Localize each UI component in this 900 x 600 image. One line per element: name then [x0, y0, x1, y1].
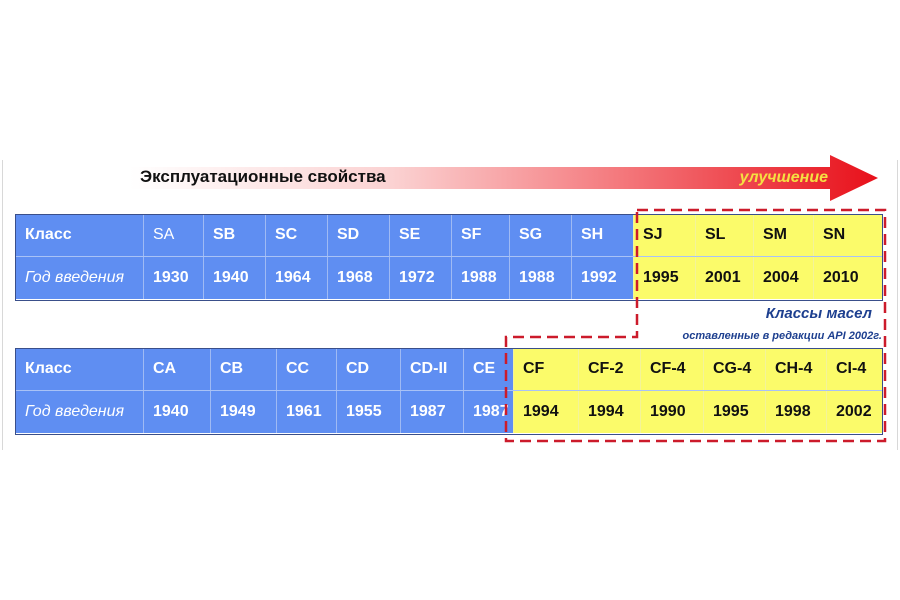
current-year-cell: 1990	[640, 390, 704, 433]
class-cell: SA	[143, 214, 204, 257]
row-label-year: Год введения	[15, 390, 144, 433]
class-cell: SD	[327, 214, 390, 257]
class-row: Класс SA SB SC SD SE SF SG SH SJ SL SM S…	[15, 214, 882, 257]
gasoline-classes-table: Класс SA SB SC SD SE SF SG SH SJ SL SM S…	[15, 214, 882, 299]
performance-arrow: Эксплуатационные свойства улучшение	[130, 155, 880, 201]
current-class-cell: CF-2	[578, 348, 641, 391]
current-class-cell: SL	[695, 214, 754, 257]
year-cell: 1964	[265, 256, 328, 299]
current-year-cell: 1994	[578, 390, 641, 433]
year-cell: 1988	[451, 256, 510, 299]
year-cell: 1968	[327, 256, 390, 299]
year-cell: 1961	[276, 390, 337, 433]
class-cell: SH	[571, 214, 634, 257]
current-year-cell: 2004	[753, 256, 814, 299]
class-cell: CD-II	[400, 348, 464, 391]
class-cell: CB	[210, 348, 277, 391]
year-row: Год введения 1940 1949 1961 1955 1987 19…	[15, 390, 882, 433]
current-year-cell: 1995	[703, 390, 766, 433]
class-cell: CE	[463, 348, 514, 391]
class-cell: SB	[203, 214, 266, 257]
current-class-cell: CF	[513, 348, 579, 391]
row-label-class: Класс	[15, 214, 144, 257]
current-year-cell: 2002	[826, 390, 882, 433]
year-cell: 1930	[143, 256, 204, 299]
class-cell: SG	[509, 214, 572, 257]
year-cell: 1992	[571, 256, 634, 299]
current-class-cell: CH-4	[765, 348, 827, 391]
current-class-cell: CF-4	[640, 348, 704, 391]
year-row: Год введения 1930 1940 1964 1968 1972 19…	[15, 256, 882, 299]
class-cell: CD	[336, 348, 401, 391]
current-year-cell: 1995	[633, 256, 696, 299]
class-cell: SE	[389, 214, 452, 257]
current-class-cell: CG-4	[703, 348, 766, 391]
current-class-cell: SM	[753, 214, 814, 257]
arrow-label: Эксплуатационные свойства	[140, 167, 386, 186]
note-title: Классы масел	[765, 305, 872, 322]
current-class-cell: CI-4	[826, 348, 882, 391]
year-cell: 1987	[400, 390, 464, 433]
current-year-cell: 2010	[813, 256, 882, 299]
diesel-classes-table: Класс CA CB CC CD CD-II CE CF CF-2 CF-4 …	[15, 348, 882, 433]
current-year-cell: 1998	[765, 390, 827, 433]
class-row: Класс CA CB CC CD CD-II CE CF CF-2 CF-4 …	[15, 348, 882, 391]
row-label-year: Год введения	[15, 256, 144, 299]
year-cell: 1972	[389, 256, 452, 299]
class-cell: CC	[276, 348, 337, 391]
current-class-cell: SJ	[633, 214, 696, 257]
note-subtitle: оставленные в редакции API 2002г.	[682, 330, 882, 342]
class-cell: SC	[265, 214, 328, 257]
year-cell: 1949	[210, 390, 277, 433]
current-class-cell: SN	[813, 214, 882, 257]
year-cell: 1955	[336, 390, 401, 433]
improvement-label: улучшение	[739, 169, 828, 186]
class-cell: CA	[143, 348, 211, 391]
year-cell: 1988	[509, 256, 572, 299]
current-year-cell: 1994	[513, 390, 579, 433]
year-cell: 1940	[203, 256, 266, 299]
current-year-cell: 2001	[695, 256, 754, 299]
class-cell: SF	[451, 214, 510, 257]
year-cell: 1940	[143, 390, 211, 433]
year-cell: 1987	[463, 390, 514, 433]
row-label-class: Класс	[15, 348, 144, 391]
